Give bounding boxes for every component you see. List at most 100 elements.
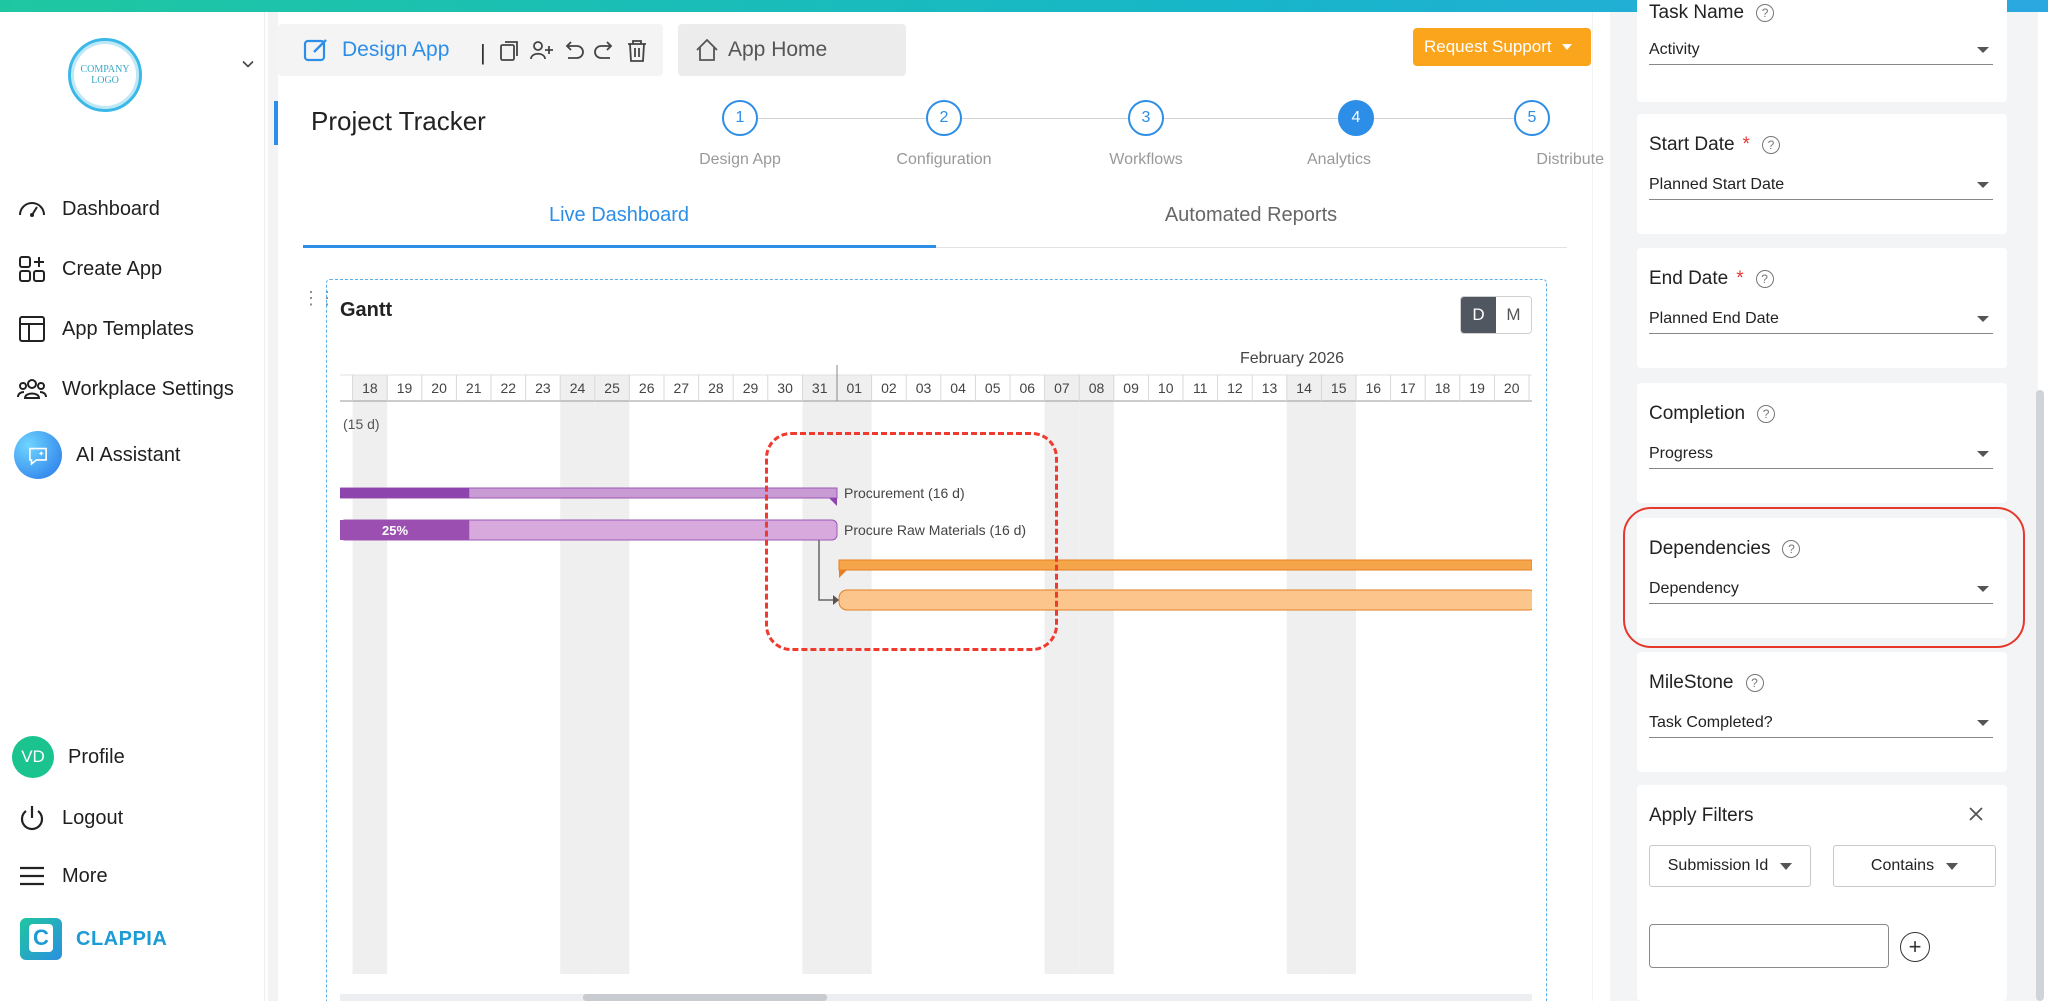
task-name-card: Task Name? Activity (1637, 0, 2007, 102)
end-date-label: End Date *? (1649, 268, 1774, 290)
request-support-button[interactable]: Request Support (1413, 28, 1591, 66)
completion-card: Completion? Progress (1637, 383, 2007, 503)
toolbar-separator: | (480, 40, 486, 65)
day-tick-label: 24 (570, 380, 586, 396)
power-icon (20, 806, 44, 831)
day-tick-label: 16 (1366, 380, 1382, 396)
day-tick-label: 18 (362, 380, 378, 396)
weekend-column (594, 375, 630, 974)
redo-icon[interactable] (592, 38, 618, 64)
day-scale-button[interactable]: D (1461, 297, 1496, 333)
caret-down-icon (1977, 46, 1989, 53)
horizontal-scrollbar[interactable] (340, 994, 1532, 1001)
task-name-select[interactable]: Activity (1649, 35, 1993, 65)
undo-icon[interactable] (560, 38, 586, 64)
day-tick-label: 29 (743, 380, 759, 396)
caret-down-icon (1561, 44, 1572, 50)
vertical-scrollbar[interactable] (2036, 390, 2044, 1001)
day-tick-label: 27 (674, 380, 690, 396)
caret-down-icon (1977, 315, 1989, 322)
help-icon[interactable]: ? (1756, 4, 1775, 22)
design-app-tab[interactable]: Design App (302, 36, 449, 64)
month-scale-button[interactable]: M (1496, 297, 1531, 333)
sidebar-item-ai-assistant[interactable]: AI Assistant (14, 431, 181, 479)
day-tick-label: 06 (1020, 380, 1036, 396)
filter-operator-select[interactable]: Contains (1833, 845, 1996, 887)
field-label: End Date (1649, 268, 1729, 289)
caret-down-icon (1977, 181, 1989, 188)
step-distribute[interactable]: 5 (1514, 100, 1550, 136)
filters-label: Apply Filters (1649, 805, 1754, 826)
step-analytics[interactable]: 4 (1338, 100, 1374, 136)
add-user-icon[interactable] (528, 38, 554, 64)
completion-select[interactable]: Progress (1649, 439, 1993, 469)
day-tick-label: 26 (639, 380, 655, 396)
support-label: Request Support (1424, 37, 1552, 56)
sidebar-item-dashboard[interactable]: Dashboard (16, 193, 160, 225)
step-connector (1374, 118, 1532, 119)
highlight-dashed-annotation (765, 432, 1058, 651)
close-icon[interactable] (1967, 805, 1985, 823)
scrollbar-thumb[interactable] (583, 994, 827, 1001)
filter-value-input[interactable] (1649, 924, 1889, 968)
end-date-select[interactable]: Planned End Date (1649, 304, 1993, 334)
start-date-label: Start Date *? (1649, 134, 1780, 156)
sidebar-item-logout[interactable]: Logout (16, 802, 123, 834)
help-icon[interactable]: ? (1745, 674, 1764, 692)
add-filter-icon[interactable]: + (1900, 932, 1930, 962)
app-home-tab[interactable]: App Home (678, 24, 906, 76)
sidebar-item-workplace-settings[interactable]: Workplace Settings (16, 373, 234, 405)
help-icon[interactable]: ? (1761, 136, 1780, 154)
caret-down-icon (1780, 862, 1793, 870)
chevron-down-icon[interactable] (241, 57, 255, 71)
page-title: Project Tracker (311, 106, 486, 136)
step-configuration[interactable]: 2 (926, 100, 962, 136)
field-label: Start Date (1649, 134, 1735, 155)
day-tick-label: 18 (1435, 380, 1451, 396)
weekend-column (1079, 375, 1114, 974)
day-tick-label: 05 (985, 380, 1001, 396)
sidebar-item-app-templates[interactable]: App Templates (16, 313, 194, 345)
step-design-app[interactable]: 1 (722, 100, 758, 136)
help-icon[interactable]: ? (1757, 405, 1776, 423)
day-tick-label: 10 (1158, 380, 1174, 396)
step-label: Distribute (1536, 151, 1604, 168)
milestone-select[interactable]: Task Completed? (1649, 708, 1993, 738)
tab-automated-reports[interactable]: Automated Reports (1101, 204, 1401, 227)
day-tick-label: 11 (1193, 380, 1208, 396)
day-tick-label: 20 (431, 380, 447, 396)
sidebar-item-label: Dashboard (62, 197, 160, 220)
day-tick-label: 19 (397, 380, 413, 396)
highlight-annotation (1623, 507, 2025, 648)
day-tick-label: 07 (1054, 380, 1070, 396)
day-tick-label: 14 (1296, 380, 1312, 396)
day-tick-label: 15 (1331, 380, 1347, 396)
step-connector (758, 118, 926, 119)
day-tick-label: 01 (847, 380, 863, 396)
company-logo[interactable]: COMPANY LOGO (68, 38, 142, 112)
sidebar-item-label: Create App (62, 257, 163, 280)
select-value: Progress (1649, 444, 1714, 462)
more-label: More (62, 864, 108, 887)
caret-down-icon (1946, 862, 1959, 870)
task-name-label: Task Name? (1649, 2, 1775, 24)
home-icon (696, 38, 718, 61)
field-label: Completion (1649, 403, 1746, 424)
sidebar-item-create-app[interactable]: Create App (16, 253, 162, 285)
step-workflows[interactable]: 3 (1128, 100, 1164, 136)
select-value: Contains (1870, 857, 1935, 874)
select-value: Planned Start Date (1649, 175, 1785, 193)
start-date-select[interactable]: Planned Start Date (1649, 170, 1993, 200)
trash-icon[interactable] (624, 38, 650, 64)
sidebar-item-more[interactable]: More (16, 860, 108, 892)
tab-live-dashboard[interactable]: Live Dashboard (469, 204, 769, 227)
day-tick-label: 17 (1400, 380, 1416, 396)
weekend-column (560, 375, 595, 974)
sidebar-item-profile[interactable]: VD Profile (12, 736, 125, 778)
design-app-label: Design App (342, 38, 450, 61)
day-tick-label: 09 (1123, 380, 1139, 396)
brand-name: CLAPPIA (76, 927, 168, 950)
help-icon[interactable]: ? (1755, 270, 1774, 288)
copy-icon[interactable] (496, 38, 522, 64)
filter-field-select[interactable]: Submission Id (1649, 845, 1811, 887)
